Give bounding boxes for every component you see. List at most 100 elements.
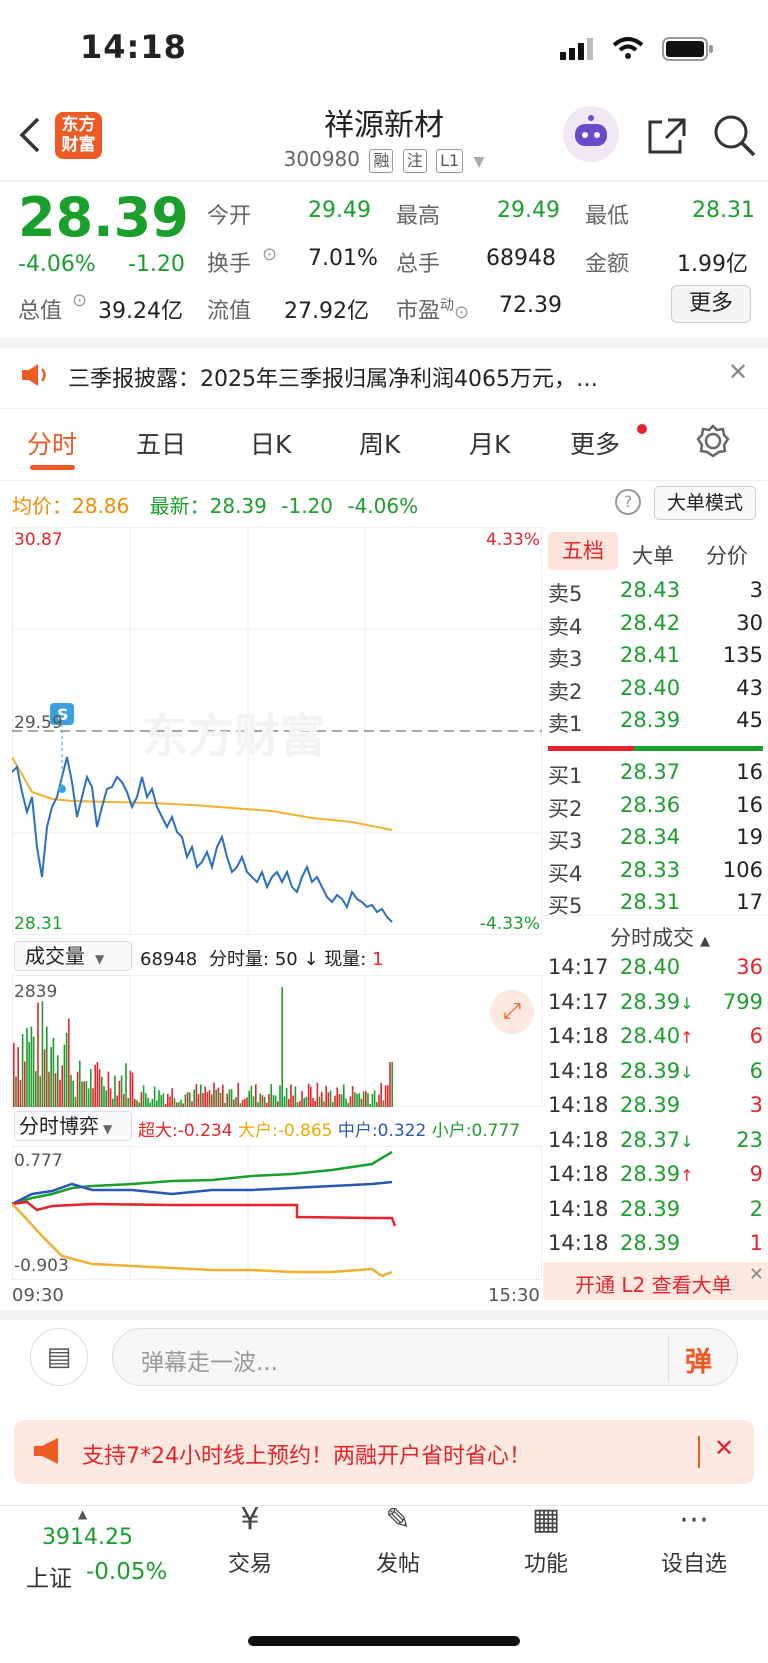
ask-row[interactable]: 卖5 28.43 3 xyxy=(548,578,763,610)
big-order-mode-button[interactable]: 大单模式 xyxy=(654,486,756,520)
help-icon[interactable]: ? xyxy=(615,489,641,515)
bid-row[interactable]: 买2 28.36 16 xyxy=(548,793,763,825)
orderbook-tab-big[interactable]: 大单 xyxy=(632,540,674,570)
float-label: 流值 xyxy=(207,299,252,324)
bid-label: 买1 xyxy=(548,764,583,788)
ask-row[interactable]: 卖4 28.42 30 xyxy=(548,611,763,643)
close-icon[interactable]: ✕ xyxy=(728,358,748,386)
bid-label: 买3 xyxy=(548,829,583,853)
nav-trade[interactable]: ¥ 交易 xyxy=(180,1500,320,1578)
bid-row[interactable]: 买3 28.34 19 xyxy=(548,825,763,857)
volume-bar xyxy=(153,1086,156,1107)
orderbook-tab-price[interactable]: 分价 xyxy=(706,540,748,570)
volume-bar xyxy=(314,1101,316,1107)
mktcap-value: 39.24亿 xyxy=(98,299,183,324)
bid-row[interactable]: 买5 28.31 17 xyxy=(548,890,763,922)
volume-bar xyxy=(332,1102,334,1107)
avg-latest-line: 均价：28.86 最新：28.39 -1.20 -4.06% xyxy=(12,494,419,518)
volume-bar xyxy=(351,1086,354,1107)
volume-bar xyxy=(164,1103,167,1107)
settings-button[interactable] xyxy=(696,424,730,462)
volume-bar xyxy=(266,1102,268,1107)
volume-bar xyxy=(32,1036,35,1107)
info-icon[interactable]: ⊙ xyxy=(262,244,277,265)
volume-bar xyxy=(191,1101,193,1107)
share-button[interactable] xyxy=(646,114,688,160)
volume-bar xyxy=(349,1096,352,1107)
price-chart[interactable]: 东方财富 S 30.87 29.59 28.31 4.33% -4.33% xyxy=(12,527,542,935)
robot-avatar[interactable] xyxy=(563,106,619,162)
bid-row[interactable]: 买4 28.33 106 xyxy=(548,858,763,890)
volume-bar xyxy=(160,1095,162,1107)
volume-bar xyxy=(325,1085,327,1107)
volume-bar xyxy=(345,1098,347,1107)
volume-bar xyxy=(241,1099,244,1107)
ask-price: 28.41 xyxy=(620,643,681,667)
expand-button[interactable]: ⤢ xyxy=(490,990,534,1034)
close-icon[interactable]: ✕ xyxy=(749,1264,764,1285)
trade-volume: 23 xyxy=(736,1127,763,1152)
ask-row[interactable]: 卖1 28.39 45 xyxy=(548,708,763,740)
ask-row[interactable]: 卖2 28.40 43 xyxy=(548,676,763,708)
close-icon[interactable]: ✕ xyxy=(714,1434,734,1462)
volume-selector[interactable]: 成交量 ▼ xyxy=(14,941,132,971)
tab-intraday[interactable]: 分时 xyxy=(27,425,77,461)
volume-bar xyxy=(239,1103,242,1107)
volume-bar xyxy=(358,1093,360,1107)
notice-text[interactable]: 三季报披露：2025年三季报归属净利润4065万元，… xyxy=(68,361,698,393)
tab-more[interactable]: 更多 xyxy=(570,425,620,461)
volume-bar xyxy=(255,1084,257,1107)
game-selector[interactable]: 分时博弈 ▼ xyxy=(14,1111,132,1141)
trades-title[interactable]: 分时成交 ▲ xyxy=(610,922,710,952)
tab-daily-k[interactable]: 日K xyxy=(250,425,291,461)
nav-add-watchlist[interactable]: ⋯ 设自选 xyxy=(624,1500,764,1578)
bid-volume: 16 xyxy=(736,792,763,817)
ask-label: 卖4 xyxy=(548,614,583,639)
nav-post[interactable]: ✎ 发帖 xyxy=(328,1500,468,1578)
volume-bar xyxy=(197,1093,200,1107)
volume-bar xyxy=(224,1102,226,1107)
index-widget[interactable]: ▲ 3914.25 上证 -0.05% xyxy=(0,1505,170,1605)
promo-banner[interactable]: 支持7*24小时线上预约！两融开户省时省心！ ✕ xyxy=(14,1420,754,1484)
volume-bar xyxy=(184,1094,187,1107)
search-button[interactable] xyxy=(713,114,757,162)
ask-volume: 45 xyxy=(736,708,763,732)
volume-bar xyxy=(290,1084,292,1107)
volume-bar xyxy=(382,1100,385,1107)
info-icon[interactable]: ⊙ xyxy=(454,302,469,323)
volume-bar xyxy=(312,1097,314,1107)
share-icon xyxy=(648,118,686,154)
more-button[interactable]: 更多 xyxy=(671,285,751,323)
volume-bar xyxy=(230,1089,233,1107)
volume-bar xyxy=(63,1044,66,1107)
volume-bar xyxy=(41,1000,44,1107)
bid-volume: 17 xyxy=(736,890,763,914)
megaphone-icon xyxy=(34,1438,58,1464)
info-icon[interactable]: ⊙ xyxy=(72,290,87,311)
volume-bar xyxy=(21,1033,24,1107)
ask-row[interactable]: 卖3 28.41 135 xyxy=(548,643,763,675)
tab-monthly-k[interactable]: 月K xyxy=(469,425,510,461)
tab-five-day[interactable]: 五日 xyxy=(136,425,186,461)
x-start-label: 09:30 xyxy=(12,1285,64,1306)
trade-time: 14:18 xyxy=(548,1058,609,1083)
volume-bar xyxy=(376,1102,378,1107)
danmaku-input[interactable]: 弹幕走一波... 弹 xyxy=(112,1328,738,1386)
danmaku-send-button[interactable]: 弹 xyxy=(685,1340,712,1379)
bid-row[interactable]: 买1 28.37 16 xyxy=(548,760,763,792)
pe-label: 市盈动⊙ xyxy=(396,297,470,324)
volume-bar xyxy=(367,1093,369,1107)
volume-bar xyxy=(37,1002,39,1107)
volume-bar xyxy=(305,1096,308,1107)
orderbook-tab-five[interactable]: 五档 xyxy=(548,532,618,570)
volume-bar xyxy=(292,1095,294,1107)
l2-banner[interactable]: 开通 L2 查看大单 ✕ xyxy=(543,1262,768,1300)
volume-bar xyxy=(327,1092,330,1107)
volume-bar xyxy=(103,1086,105,1107)
nav-functions[interactable]: ▦ 功能 xyxy=(476,1500,616,1578)
volume-bar xyxy=(244,1098,246,1107)
tab-weekly-k[interactable]: 周K xyxy=(359,425,400,461)
ask-label: 卖5 xyxy=(548,582,583,606)
volume-bar xyxy=(233,1099,235,1107)
danmaku-list-button[interactable]: ▤ xyxy=(30,1328,88,1386)
